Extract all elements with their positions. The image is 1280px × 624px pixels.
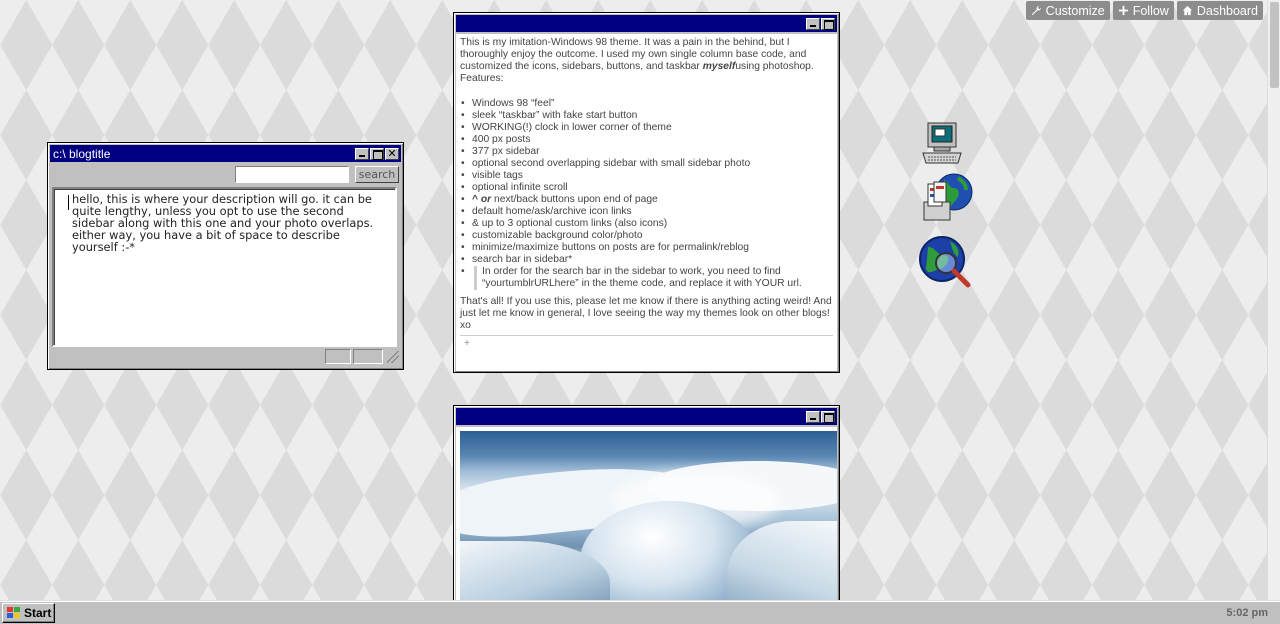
permalink-button[interactable] <box>806 410 820 423</box>
photo-frame <box>456 427 837 611</box>
post-controls <box>806 410 835 423</box>
permalink-button[interactable] <box>806 17 820 30</box>
search-input[interactable] <box>235 166 349 183</box>
list-item: & up to 3 optional custom links (also ic… <box>460 218 833 230</box>
list-item: 400 px posts <box>460 134 833 146</box>
dashboard-button[interactable]: Dashboard <box>1176 1 1263 20</box>
window-controls: ✕ <box>355 147 399 160</box>
post-controls <box>806 17 835 30</box>
tumblr-controls: Customize Follow Dashboard <box>1025 1 1263 20</box>
photo-post-window <box>453 405 840 611</box>
sidebar-window: c:\ blogtitle ✕ search hello, this is wh… <box>47 142 404 370</box>
search-form: search <box>50 162 401 187</box>
status-cell <box>325 349 351 364</box>
list-item: In order for the search bar in the sideb… <box>460 266 833 290</box>
post-photo[interactable] <box>460 431 837 611</box>
list-item: sleek “taskbar” with fake start button <box>460 110 833 122</box>
post-outro: That's all! If you use this, please let … <box>460 296 832 331</box>
description-box: hello, this is where your description wi… <box>52 187 397 347</box>
follow-button[interactable]: Follow <box>1112 1 1174 20</box>
text-post-window: This is my imitation-Windows 98 theme. I… <box>453 12 840 373</box>
features-label: Features: <box>460 73 504 84</box>
sidebar-titlebar[interactable]: c:\ blogtitle ✕ <box>50 145 401 162</box>
home-icon <box>1182 5 1192 16</box>
nav-or: or <box>480 194 492 205</box>
taskbar: Start 5:02 pm <box>0 600 1280 624</box>
wrench-icon <box>1031 5 1041 16</box>
post-notes[interactable]: + <box>460 335 833 350</box>
intro-emphasis: myself <box>702 61 736 72</box>
list-item: minimize/maximize buttons on posts are f… <box>460 242 833 254</box>
page-scrollbar[interactable] <box>1267 0 1280 600</box>
post-body: This is my imitation-Windows 98 theme. I… <box>456 34 837 371</box>
scrollbar-thumb[interactable] <box>1270 2 1279 88</box>
nav-rest: next/back buttons upon end of page <box>491 194 658 205</box>
features-list: Windows 98 “feel” sleek “taskbar” with f… <box>460 98 833 290</box>
list-item: Windows 98 “feel” <box>460 98 833 110</box>
blog-description: hello, this is where your description wi… <box>72 192 374 254</box>
list-item: 377 px sidebar <box>460 146 833 158</box>
start-button[interactable]: Start <box>2 602 56 623</box>
customize-label: Customize <box>1045 3 1105 18</box>
maximize-button[interactable] <box>370 147 384 160</box>
post-titlebar <box>456 408 837 425</box>
reblog-button[interactable] <box>821 17 835 30</box>
list-item: default home/ask/archive icon links <box>460 206 833 218</box>
nav-caret: ^ <box>472 194 481 205</box>
dashboard-label: Dashboard <box>1196 3 1258 18</box>
post-intro: This is my imitation-Windows 98 theme. I… <box>460 37 833 73</box>
reblog-button[interactable] <box>821 410 835 423</box>
plus-icon <box>1118 5 1128 16</box>
resize-grip-icon[interactable] <box>387 350 399 363</box>
search-button[interactable]: search <box>355 166 399 183</box>
blog-title: c:\ blogtitle <box>53 146 111 161</box>
post-titlebar <box>456 15 837 32</box>
status-cell <box>353 349 383 364</box>
close-button[interactable]: ✕ <box>385 147 399 160</box>
list-item: WORKING(!) clock in lower corner of them… <box>460 122 833 134</box>
text-caret <box>68 195 69 210</box>
list-item: ^ or next/back buttons upon end of page <box>460 194 833 206</box>
list-item: optional second overlapping sidebar with… <box>460 158 833 170</box>
intro-text-end: using photoshop. <box>735 61 814 72</box>
start-label: Start <box>24 605 52 620</box>
status-bar <box>50 347 401 364</box>
computer-icon[interactable] <box>920 121 964 169</box>
list-item: customizable background color/photo <box>460 230 833 242</box>
documents-icon[interactable] <box>920 172 976 228</box>
list-item: visible tags <box>460 170 833 182</box>
internet-search-icon[interactable] <box>916 233 976 297</box>
list-item: search bar in sidebar* <box>460 254 833 266</box>
search-note: In order for the search bar in the sideb… <box>474 266 833 290</box>
minimize-button[interactable] <box>355 147 369 160</box>
taskbar-clock: 5:02 pm <box>1226 606 1268 619</box>
customize-button[interactable]: Customize <box>1025 1 1110 20</box>
list-item: optional infinite scroll <box>460 182 833 194</box>
follow-label: Follow <box>1132 3 1169 18</box>
windows-logo-icon <box>7 606 20 618</box>
